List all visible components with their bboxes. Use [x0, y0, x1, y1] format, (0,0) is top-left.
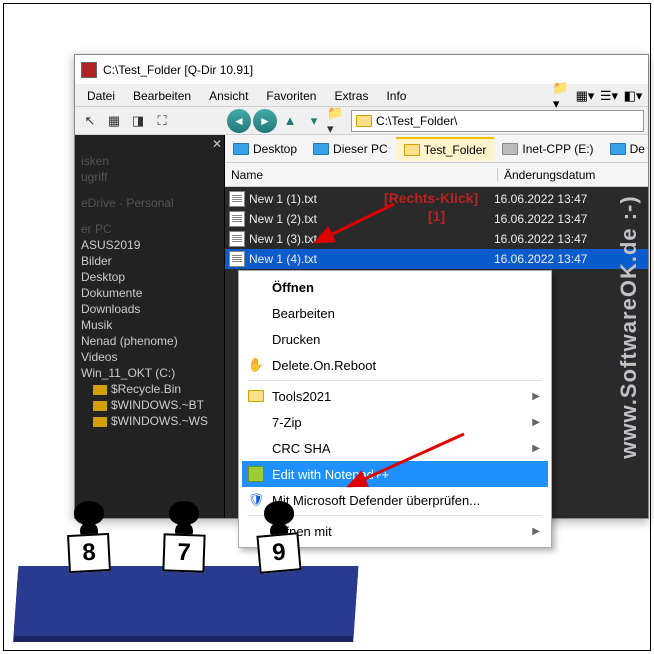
annotation-label: [Rechts-Klick] — [384, 190, 478, 206]
history-icon[interactable]: 📁▾ — [327, 110, 349, 132]
ctx-drucken[interactable]: Drucken — [242, 326, 548, 352]
tool1-icon[interactable]: ↖ — [79, 110, 101, 132]
options-icon[interactable]: ◧▾ — [622, 87, 644, 105]
window-title: C:\Test_Folder [Q-Dir 10.91] — [103, 63, 253, 77]
monitor-icon — [313, 143, 329, 155]
ctx-label: Delete.On.Reboot — [272, 358, 376, 373]
ctx-tools2021[interactable]: Tools2021 ▶ — [242, 383, 548, 409]
tab-label: Desktop — [253, 142, 297, 156]
folder-icon — [356, 115, 372, 127]
monitor-icon — [233, 143, 249, 155]
hand-icon: ✋ — [248, 357, 264, 373]
file-row[interactable]: New 1 (4).txt16.06.2022 13:47 — [225, 249, 648, 269]
tab-label: De — [630, 142, 645, 156]
ctx-label: 7-Zip — [272, 415, 302, 430]
ctx-label: Öffnen — [272, 280, 314, 295]
toolbar: ↖ ▦ ◨ ⛶ ◄ ► ▲ ▾ 📁▾ C:\Test_Folder\ — [75, 107, 648, 135]
text-file-icon — [229, 191, 245, 207]
judge-figure: 8 — [64, 501, 114, 572]
file-row[interactable]: New 1 (3).txt16.06.2022 13:47 — [225, 229, 648, 249]
tab-dieser-pc[interactable]: Dieser PC — [305, 138, 396, 160]
submenu-arrow-icon: ▶ — [532, 417, 540, 428]
text-file-icon — [229, 211, 245, 227]
tab-label: Test_Folder — [424, 143, 487, 157]
path-input[interactable]: C:\Test_Folder\ — [351, 110, 644, 132]
folder-fav-icon[interactable]: 📁▾ — [550, 87, 572, 105]
tool2-icon[interactable]: ▦ — [103, 110, 125, 132]
ctx-label: CRC SHA — [272, 441, 331, 456]
text-file-icon — [229, 231, 245, 247]
ctx-label: Tools2021 — [272, 389, 331, 404]
view-icon[interactable]: ☰▾ — [598, 87, 620, 105]
menubar: Datei Bearbeiten Ansicht Favoriten Extra… — [75, 85, 648, 107]
file-name: New 1 (2).txt — [249, 212, 494, 226]
menu-bearbeiten[interactable]: Bearbeiten — [125, 87, 199, 105]
nav-fwd-icon[interactable]: ► — [253, 109, 277, 133]
ctx-label: Bearbeiten — [272, 306, 335, 321]
layout-icon[interactable]: ▦▾ — [574, 87, 596, 105]
ctx-bearbeiten[interactable]: Bearbeiten — [242, 300, 548, 326]
path-text: C:\Test_Folder\ — [376, 114, 457, 128]
text-file-icon — [229, 251, 245, 267]
ctx-label: Drucken — [272, 332, 320, 347]
judge-table — [14, 566, 359, 636]
nav-back-icon[interactable]: ◄ — [227, 109, 251, 133]
nav-up-icon[interactable]: ▲ — [279, 110, 301, 132]
tab-de[interactable]: De — [602, 138, 648, 160]
app-icon — [81, 62, 97, 78]
location-tabs: Desktop Dieser PC Test_Folder Inet-CPP (E:)… — [225, 135, 648, 163]
menu-extras[interactable]: Extras — [326, 87, 376, 105]
submenu-arrow-icon: ▶ — [532, 391, 540, 402]
submenu-arrow-icon: ▶ — [532, 443, 540, 454]
list-header[interactable]: Name Änderungsdatum — [225, 163, 648, 187]
menu-separator — [248, 380, 542, 381]
ctx-7-zip[interactable]: 7-Zip ▶ — [242, 409, 548, 435]
file-name: New 1 (4).txt — [249, 252, 494, 266]
tool3-icon[interactable]: ◨ — [127, 110, 149, 132]
file-name: New 1 (3).txt — [249, 232, 494, 246]
tab-label: Dieser PC — [333, 142, 388, 156]
judge-figure: 7 — [159, 501, 209, 572]
tool4-icon[interactable]: ⛶ — [151, 110, 173, 132]
annotation-index: [1] — [428, 208, 445, 224]
watermark-text: www.SoftwareOK.de :-) — [616, 195, 642, 458]
submenu-arrow-icon: ▶ — [532, 526, 540, 537]
tab-inet-cpp-e-[interactable]: Inet-CPP (E:) — [494, 138, 601, 160]
menu-ansicht[interactable]: Ansicht — [201, 87, 256, 105]
monitor-icon — [610, 143, 626, 155]
tab-label: Inet-CPP (E:) — [522, 142, 593, 156]
judge-figure: 9 — [254, 501, 304, 572]
drive-icon — [502, 143, 518, 155]
ctx-crc-sha[interactable]: CRC SHA ▶ — [242, 435, 548, 461]
folder-tree[interactable]: ✕ isken ugriff eDrive - Personal er PC A… — [75, 135, 225, 518]
tab-test-folder[interactable]: Test_Folder — [396, 137, 495, 161]
nav-dd-icon[interactable]: ▾ — [303, 110, 325, 132]
folder-icon — [404, 144, 420, 156]
menu-datei[interactable]: Datei — [79, 87, 123, 105]
menu-info[interactable]: Info — [378, 87, 414, 105]
tab-desktop[interactable]: Desktop — [225, 138, 305, 160]
tree-close-icon[interactable]: ✕ — [212, 137, 222, 151]
folder-icon — [248, 388, 264, 404]
menu-favoriten[interactable]: Favoriten — [258, 87, 324, 105]
ctx-delete-on-reboot[interactable]: ✋ Delete.On.Reboot — [242, 352, 548, 378]
ctx--ffnen[interactable]: Öffnen — [242, 274, 548, 300]
